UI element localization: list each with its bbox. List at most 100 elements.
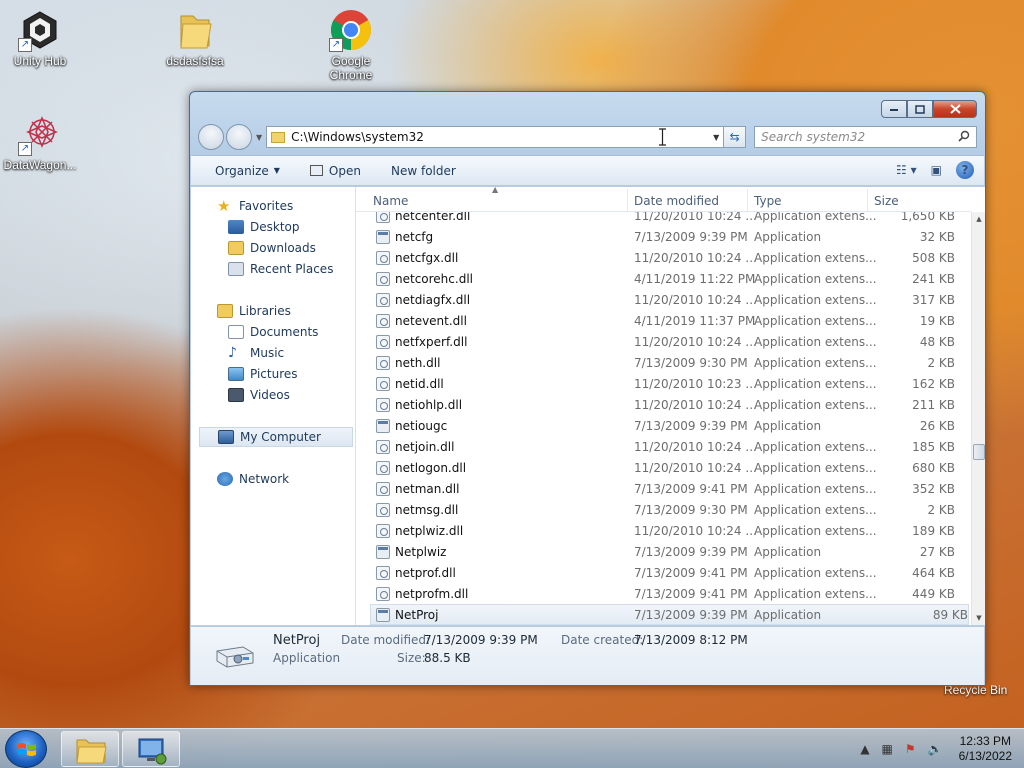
file-row[interactable]: netcfg 7/13/2009 9:39 PM Application 32 KB	[356, 226, 971, 247]
desktop-icon-folder[interactable]: dsdasfsfsa	[155, 8, 235, 68]
start-button[interactable]	[5, 730, 47, 768]
address-bar[interactable]: C:\Windows\system32 ▼	[266, 126, 725, 148]
file-size: 2 KB	[927, 355, 955, 370]
refresh-button[interactable]: ⇆	[724, 126, 747, 148]
file-row[interactable]: netprofm.dll 7/13/2009 9:41 PM Application…	[356, 583, 971, 604]
file-row[interactable]: neth.dll 7/13/2009 9:30 PM Application ext…	[356, 352, 971, 373]
column-headers: ▲ Name Date modified Type Size	[356, 187, 971, 212]
nav-label: Desktop	[250, 220, 300, 234]
close-button[interactable]	[933, 100, 977, 118]
back-button[interactable]	[198, 124, 224, 150]
dll-icon	[376, 460, 390, 475]
file-row[interactable]: netfxperf.dll 11/20/2010 10:24 ... Applica…	[356, 331, 971, 352]
nav-libraries[interactable]: Libraries	[217, 301, 291, 321]
file-row[interactable]: Netplwiz 7/13/2009 9:39 PM Application 27 K…	[356, 541, 971, 562]
file-date-modified: 7/13/2009 9:39 PM	[634, 607, 748, 622]
file-row[interactable]: netjoin.dll 11/20/2010 10:24 ... Applicati…	[356, 436, 971, 457]
file-name: netman.dll	[395, 481, 460, 496]
size-label: Size:	[397, 651, 426, 665]
file-row[interactable]: netdiagfx.dll 11/20/2010 10:24 ... Applica…	[356, 289, 971, 310]
nav-network[interactable]: Network	[217, 469, 289, 489]
file-name: netiougc	[395, 418, 448, 433]
action-center-icon[interactable]: ⚑	[905, 742, 916, 756]
dll-icon	[376, 355, 390, 370]
forward-button[interactable]	[226, 124, 252, 150]
file-date-modified: 7/13/2009 9:41 PM	[634, 481, 748, 496]
preview-pane-icon[interactable]: ▣	[931, 163, 942, 177]
column-header-date[interactable]: Date modified	[634, 194, 719, 208]
file-row[interactable]: netiohlp.dll 11/20/2010 10:24 ... Applicat…	[356, 394, 971, 415]
open-label: Open	[328, 163, 361, 178]
file-size: 352 KB	[912, 481, 955, 496]
new-folder-button[interactable]: New folder	[391, 164, 456, 178]
app-icon	[376, 418, 390, 433]
address-dropdown-icon[interactable]: ▼	[709, 133, 723, 142]
nav-my-computer[interactable]: My Computer	[199, 427, 353, 447]
nav-videos[interactable]: Videos	[228, 385, 290, 405]
address-path[interactable]: C:\Windows\system32	[291, 130, 709, 144]
organize-button[interactable]: Organize ▼	[215, 164, 280, 178]
file-size: 26 KB	[919, 418, 955, 433]
desktop-icon-label: Unity Hub	[13, 54, 67, 68]
file-type: Application extens...	[754, 313, 877, 328]
nav-documents[interactable]: Documents	[228, 322, 318, 342]
vertical-scrollbar[interactable]: ▲ ▼	[971, 212, 985, 625]
column-divider[interactable]	[627, 189, 628, 211]
file-size: 32 KB	[919, 229, 955, 244]
column-header-type[interactable]: Type	[754, 194, 782, 208]
dll-icon	[376, 334, 390, 349]
nav-pictures[interactable]: Pictures	[228, 364, 298, 384]
desktop-icon-datawagon[interactable]: ↗ DataWagon...	[0, 112, 80, 172]
volume-icon[interactable]: 🔈	[928, 742, 943, 756]
file-row[interactable]: netid.dll 11/20/2010 10:23 ... Application…	[356, 373, 971, 394]
file-row[interactable]: netlogon.dll 11/20/2010 10:24 ... Applicat…	[356, 457, 971, 478]
help-icon[interactable]: ?	[956, 161, 974, 179]
minimize-button[interactable]	[881, 100, 907, 118]
desktop-icon-chrome[interactable]: ↗ Google Chrome	[311, 8, 391, 82]
nav-favorites[interactable]: ★ Favorites	[217, 196, 293, 216]
file-row[interactable]: NetProj 7/13/2009 9:39 PM Application 89 KB	[370, 604, 969, 625]
column-divider[interactable]	[747, 189, 748, 211]
file-type: Application extens...	[754, 565, 877, 580]
network-status-icon[interactable]: ▦	[882, 742, 893, 756]
desktop-icon-unity-hub[interactable]: ↗ Unity Hub	[0, 8, 80, 68]
nav-desktop[interactable]: Desktop	[228, 217, 300, 237]
nav-downloads[interactable]: Downloads	[228, 238, 316, 258]
file-date-modified: 11/20/2010 10:23 ...	[634, 376, 757, 391]
file-row[interactable]: netevent.dll 4/11/2019 11:37 PM Applicatio…	[356, 310, 971, 331]
file-row[interactable]: netprof.dll 7/13/2009 9:41 PM Application …	[356, 562, 971, 583]
file-row[interactable]: netman.dll 7/13/2009 9:41 PM Application e…	[356, 478, 971, 499]
open-button[interactable]: Open	[309, 163, 361, 178]
show-hidden-icons-icon[interactable]: ▲	[860, 742, 869, 756]
file-type: Application extens...	[754, 586, 877, 601]
nav-recent-places[interactable]: Recent Places	[228, 259, 333, 279]
documents-icon	[228, 325, 244, 339]
scroll-down-icon[interactable]: ▼	[972, 611, 985, 625]
file-row[interactable]: netplwiz.dll 11/20/2010 10:24 ... Applicat…	[356, 520, 971, 541]
recent-pages-dropdown-icon[interactable]: ▼	[256, 133, 262, 142]
folder-icon	[271, 131, 286, 143]
taskbar-remote-desktop-button[interactable]	[122, 731, 180, 767]
maximize-button[interactable]	[907, 100, 933, 118]
users-icon	[376, 544, 390, 559]
clock[interactable]: 12:33 PM 6/13/2022	[959, 734, 1012, 764]
file-row[interactable]: netmsg.dll 7/13/2009 9:30 PM Application e…	[356, 499, 971, 520]
file-row[interactable]: netcorehc.dll 4/11/2019 11:22 PM Applicati…	[356, 268, 971, 289]
file-date-modified: 11/20/2010 10:24 ...	[634, 439, 757, 454]
taskbar-explorer-button[interactable]	[61, 731, 119, 767]
search-input[interactable]: Search system32	[754, 126, 977, 148]
file-type: Application	[754, 607, 822, 622]
column-header-name[interactable]: Name	[373, 194, 408, 208]
search-icon[interactable]	[958, 130, 976, 145]
scrollbar-thumb[interactable]	[973, 444, 985, 460]
change-view-icon[interactable]: ☷ ▾	[896, 163, 917, 177]
nav-music[interactable]: ♪ Music	[228, 343, 284, 363]
column-divider[interactable]	[867, 189, 868, 211]
file-row[interactable]: netcfgx.dll 11/20/2010 10:24 ... Applicati…	[356, 247, 971, 268]
file-size: 508 KB	[912, 250, 955, 265]
file-name: netdiagfx.dll	[395, 292, 471, 307]
projector-icon	[213, 639, 255, 673]
scroll-up-icon[interactable]: ▲	[972, 212, 985, 226]
column-header-size[interactable]: Size	[874, 194, 899, 208]
file-row[interactable]: netiougc 7/13/2009 9:39 PM Application 26 K…	[356, 415, 971, 436]
